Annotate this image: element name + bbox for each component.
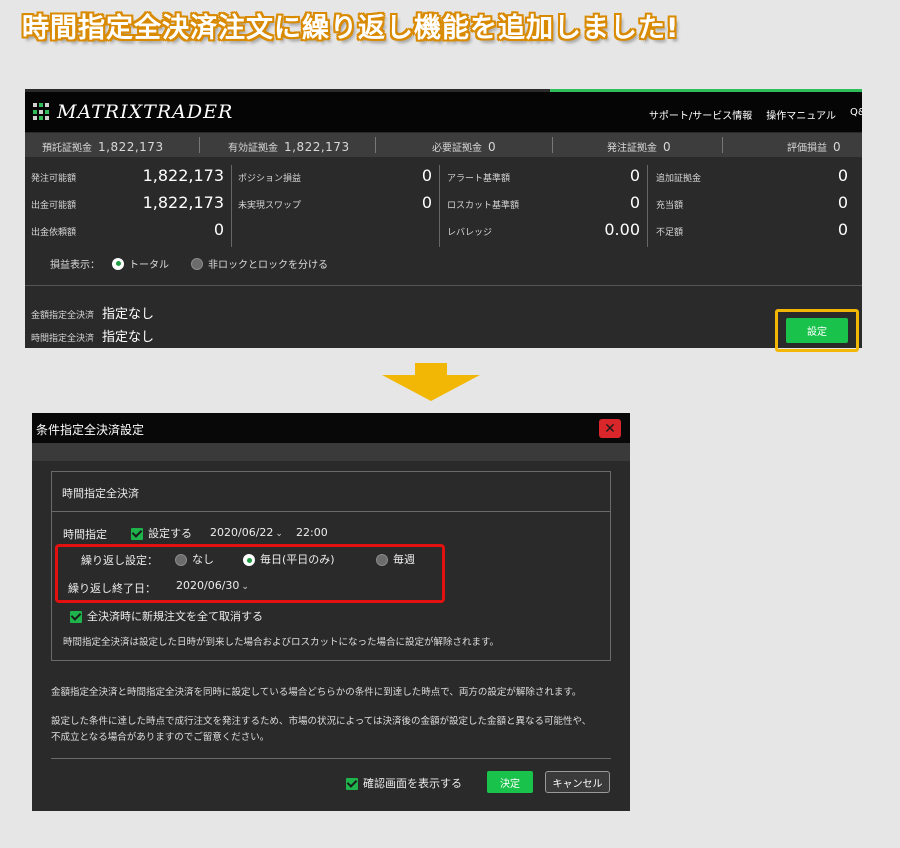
label-losscut-threshold: ロスカット基準額 (447, 201, 520, 211)
set-button[interactable]: 設定 (786, 318, 848, 343)
logo-text: MATRIXTRADER (57, 101, 234, 123)
close-icon[interactable]: ✕ (599, 419, 621, 438)
dialog-toolbar-strip (32, 443, 630, 461)
label-shortfall: 不足額 (656, 228, 684, 238)
label-unrealized-swap: 未実現スワップ (238, 201, 302, 211)
summary-valuation-pl: 評価損益 0 (787, 140, 842, 154)
value-leverage: 0.00 (604, 220, 640, 239)
note-market-line2: 不成立となる場合がありますのでご留意ください。 (51, 732, 270, 743)
amount-settle-value: 指定なし (102, 307, 155, 322)
value-withdraw-request: 0 (213, 220, 224, 239)
time-settle-value: 指定なし (102, 330, 155, 345)
value-unrealized-swap: 0 (421, 193, 432, 212)
set-check-row: 設定する (131, 525, 192, 541)
ok-button[interactable]: 決定 (487, 771, 533, 793)
confirm-label: 確認画面を表示する (363, 777, 462, 790)
label-orderable-amount: 発注可能額 (31, 174, 77, 184)
time-settle-row: 時間指定全決済 指定なし (31, 330, 155, 345)
label-additional-margin: 追加証拠金 (656, 174, 702, 184)
radio-repeat-weekly (376, 554, 388, 566)
trader-account-panel: MATRIXTRADER サポート/サービス情報 操作マニュアル Q& 預託証拠… (25, 89, 862, 348)
label-withdraw-request: 出金依頼額 (31, 228, 77, 238)
summary-effective-margin: 有効証拠金 1,822,173 (228, 140, 350, 154)
value-orderable-amount: 1,822,173 (142, 166, 224, 185)
set-checkbox[interactable] (131, 528, 143, 540)
divider (25, 285, 862, 286)
repeat-end-label: 繰り返し終了日： (68, 582, 156, 595)
cancel-button[interactable]: キャンセル (545, 771, 610, 793)
summary-bar: 預託証拠金 1,822,173 有効証拠金 1,822,173 必要証拠金 0 発注証… (25, 133, 862, 157)
radio-repeat-none (175, 554, 187, 566)
summary-order-margin: 発注証拠金 0 (607, 140, 672, 154)
repeat-daily-option[interactable]: 毎日(平日のみ) (243, 551, 335, 567)
confirm-row: 確認画面を表示する (346, 775, 462, 791)
summary-deposit: 預託証拠金 1,822,173 (42, 140, 164, 154)
group-title: 時間指定全決済 (62, 487, 139, 500)
dialog-titlebar: 条件指定全決済設定 ✕ (32, 413, 630, 443)
repeat-end-dropdown[interactable]: 2020/06/30 ⌄ (176, 579, 249, 592)
pl-display-label: 損益表示： (50, 260, 100, 271)
header-link-manual[interactable]: 操作マニュアル (766, 107, 836, 122)
header-links: サポート/サービス情報 操作マニュアル Q& (649, 107, 862, 122)
repeat-label: 繰り返し設定： (81, 554, 158, 567)
headline: 時間指定全決済注文に繰り返し機能を追加しました! (22, 13, 680, 44)
chevron-down-icon: ⌄ (275, 529, 283, 539)
radio-split[interactable] (191, 257, 203, 270)
radio-repeat-daily (243, 554, 255, 566)
note-market-line1: 設定した条件に達した時点で成行注文を発注するため、市場の状況によっては決済後の金… (51, 716, 592, 727)
radio-split-label: 非ロックとロックを分ける (208, 260, 328, 271)
summary-required-margin: 必要証拠金 0 (432, 140, 497, 154)
value-shortfall: 0 (837, 220, 848, 239)
value-additional-margin: 0 (837, 166, 848, 185)
label-withdrawable-amount: 出金可能額 (31, 201, 77, 211)
time-field[interactable]: 22:00 (296, 526, 328, 539)
chevron-down-icon: ⌄ (241, 582, 249, 592)
cancel-orders-label: 全決済時に新規注文を全て取消する (87, 610, 263, 623)
value-alert-threshold: 0 (629, 166, 640, 185)
header-link-support[interactable]: サポート/サービス情報 (649, 107, 752, 122)
confirm-checkbox[interactable] (346, 778, 358, 790)
logo-icon (33, 103, 49, 121)
label-position-pl: ポジション損益 (238, 174, 302, 184)
header-link-faq[interactable]: Q& (850, 107, 862, 122)
note-simultaneous: 金額指定全決済と時間指定全決済を同時に設定している場合どちらかの条件に到達した時… (51, 687, 582, 698)
label-leverage: レバレッジ (447, 228, 493, 238)
cancel-orders-row: 全決済時に新規注文を全て取消する (70, 608, 263, 624)
value-applied-amount: 0 (837, 193, 848, 212)
logo: MATRIXTRADER (33, 101, 233, 123)
amount-settle-row: 金額指定全決済 指定なし (31, 307, 155, 322)
app-header: MATRIXTRADER サポート/サービス情報 操作マニュアル Q& (25, 92, 862, 132)
group-note: 時間指定全決済は設定した日時が到来した場合およびロスカットになった場合に設定が解… (63, 637, 500, 648)
value-position-pl: 0 (421, 166, 432, 185)
radio-total-label: トータル (129, 260, 169, 271)
time-label: 時間指定 (63, 528, 107, 541)
set-checkbox-label: 設定する (148, 527, 192, 540)
dialog-title: 条件指定全決済設定 (36, 423, 145, 437)
label-applied-amount: 充当額 (656, 201, 684, 211)
down-arrow-icon (382, 363, 480, 401)
pl-display-row: 損益表示： トータル 非ロックとロックを分ける (50, 256, 328, 271)
value-withdrawable-amount: 1,822,173 (142, 193, 224, 212)
repeat-weekly-option[interactable]: 毎週 (376, 551, 415, 567)
date-dropdown[interactable]: 2020/06/22 ⌄ (210, 526, 283, 539)
dialog-footer-divider (51, 758, 611, 759)
repeat-none-option[interactable]: なし (175, 551, 214, 567)
label-alert-threshold: アラート基準額 (447, 174, 511, 184)
cancel-orders-checkbox[interactable] (70, 611, 82, 623)
radio-total[interactable] (112, 257, 124, 270)
value-losscut-threshold: 0 (629, 193, 640, 212)
